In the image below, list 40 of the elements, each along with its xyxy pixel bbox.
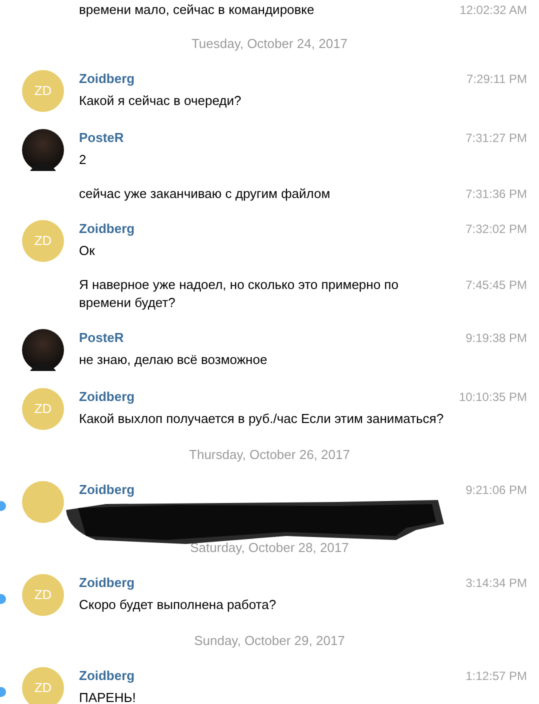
message-time: 3:14:34 PM	[466, 575, 527, 592]
message-text: Какой я сейчас в очереди?	[79, 92, 242, 110]
date-separator: Thursday, October 26, 2017	[189, 446, 350, 464]
message-time: 7:31:27 PM	[466, 130, 527, 147]
sender-name[interactable]: Zoidberg	[79, 481, 466, 499]
avatar-initials: ZD	[34, 400, 52, 418]
message-text: ПАРЕНЬ!	[79, 689, 137, 704]
sender-name[interactable]: PosteR	[79, 129, 466, 147]
message-time: 7:29:11 PM	[466, 71, 527, 88]
message-text: сейчас уже заканчиваю с другим файлом	[79, 185, 332, 203]
message-time: 9:21:06 PM	[466, 482, 527, 499]
avatar[interactable]	[22, 329, 64, 371]
message-time: 10:10:35 PM	[458, 389, 527, 406]
message-text: 2	[79, 151, 88, 169]
avatar-initials: ZD	[34, 586, 52, 604]
date-separator: Saturday, October 28, 2017	[190, 539, 349, 557]
avatar-initials: ZD	[34, 82, 52, 100]
message-text: времени мало, сейчас в командировке	[79, 1, 316, 19]
message-time: 7:45:45 PM	[466, 277, 527, 294]
sender-name[interactable]: Zoidberg	[79, 220, 466, 238]
message-time: 7:31:36 PM	[466, 186, 527, 203]
avatar[interactable]	[22, 129, 64, 171]
sender-name[interactable]: Zoidberg	[79, 667, 466, 685]
message-text: Скоро будет выполнена работа?	[79, 596, 278, 614]
message-time: 7:32:02 PM	[466, 221, 527, 238]
avatar-initials: ZD	[34, 232, 52, 250]
message-text: Я наверное уже надоел, но сколько это примерно по времени будет?	[79, 276, 400, 312]
avatar-initials: ZD	[34, 679, 52, 698]
date-separator: Tuesday, October 24, 2017	[191, 35, 348, 53]
sender-name[interactable]: Zoidberg	[79, 574, 466, 592]
message-text: Ок	[79, 242, 96, 260]
message-time: 12:02:32 AM	[460, 2, 527, 19]
sender-name[interactable]: Zoidberg	[79, 388, 459, 406]
message-text: не знаю, делаю всё возможное	[79, 351, 268, 369]
message-text: Какой выхлоп получается в руб./час Если этим заниматься?	[79, 410, 445, 428]
message-time: 9:19:38 PM	[466, 330, 527, 347]
date-separator: Sunday, October 29, 2017	[194, 632, 345, 650]
message-time: 1:12:57 PM	[466, 668, 527, 685]
sender-name[interactable]: Zoidberg	[79, 70, 467, 88]
sender-name[interactable]: PosteR	[79, 329, 466, 347]
